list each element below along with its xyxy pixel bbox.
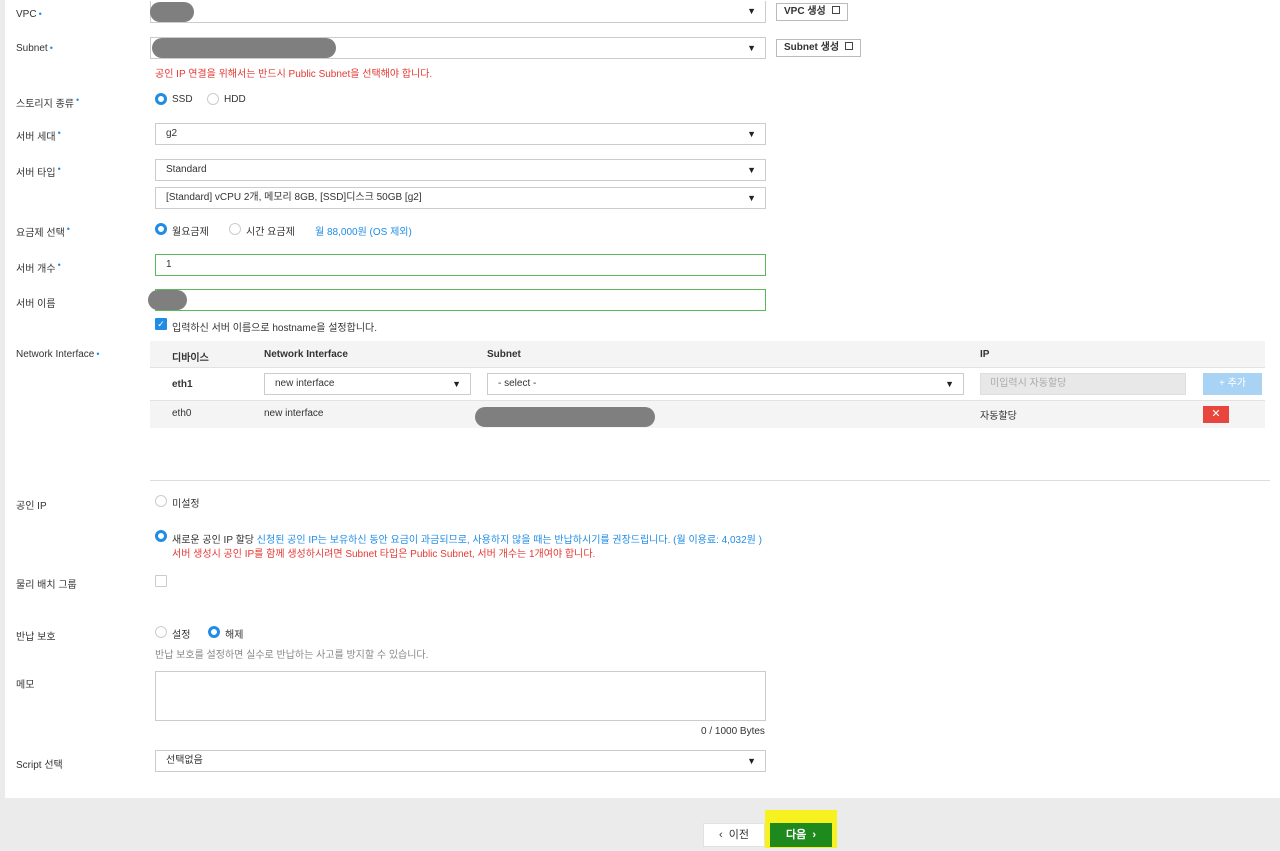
storage-hdd-radio[interactable] <box>207 93 219 105</box>
chevron-down-icon: ▼ <box>747 165 756 175</box>
server-type-select[interactable]: Standard ▼ <box>155 159 766 181</box>
server-count-label: 서버 개수 <box>16 260 61 275</box>
public-ip-none-radio[interactable] <box>155 495 167 507</box>
return-protection-on-label: 설정 <box>172 630 191 641</box>
delete-interface-button[interactable]: ✕ <box>1203 406 1229 423</box>
prev-label: 이전 <box>728 829 750 841</box>
subnet-create-button[interactable]: Subnet 생성 <box>776 39 862 57</box>
subnet-value-redacted <box>152 38 336 58</box>
external-link-icon <box>845 42 854 50</box>
vpc-create-button[interactable]: VPC 생성 <box>776 3 848 21</box>
server-spec-value: [Standard] vCPU 2개, 메모리 8GB, [SSD]디스크 50… <box>166 192 422 203</box>
generation-value: g2 <box>166 128 178 139</box>
script-value: 선택없음 <box>166 755 203 766</box>
new-device: eth1 <box>172 379 193 390</box>
storage-ssd-label: SSD <box>172 94 193 105</box>
add-interface-button[interactable]: + 추가 <box>1203 373 1262 395</box>
storage-ssd-radio[interactable] <box>155 93 167 105</box>
add-interface-label: + 추가 <box>1218 378 1247 389</box>
server-count-value: 1 <box>166 259 172 270</box>
table-header: 디바이스 Network Interface Subnet IP <box>150 341 1265 368</box>
return-protection-help: 반납 보호를 설정하면 실수로 반납하는 사고를 방지할 수 있습니다. <box>155 650 429 661</box>
new-ip-placeholder: 미입력시 자동할당 <box>990 378 1067 389</box>
section-divider <box>150 480 1270 481</box>
next-button[interactable]: 다음 › <box>770 823 832 847</box>
server-name-input[interactable] <box>155 289 766 311</box>
script-select[interactable]: 선택없음 ▼ <box>155 750 766 772</box>
header-ip: IP <box>980 349 990 360</box>
public-ip-warning: 서버 생성시 공인 IP를 함께 생성하시려면 Subnet 타입은 Publi… <box>172 549 596 560</box>
chevron-down-icon: ▼ <box>747 43 756 53</box>
server-name-redacted <box>148 290 187 310</box>
return-protection-on-radio[interactable] <box>155 626 167 638</box>
placement-group-label: 물리 배치 그룹 <box>16 580 77 591</box>
generation-label: 서버 세대 <box>16 128 61 143</box>
server-name-label: 서버 이름 <box>16 299 56 310</box>
row-ip: 자동할당 <box>980 411 1017 422</box>
server-type-value: Standard <box>166 164 207 175</box>
pricing-hourly-label: 시간 요금제 <box>246 227 295 238</box>
chevron-down-icon: ▼ <box>747 6 756 16</box>
subnet-warning: 공인 IP 연결을 위해서는 반드시 Public Subnet을 선택해야 합… <box>155 69 433 80</box>
close-icon: ✕ <box>1211 408 1221 420</box>
vpc-create-label: VPC 생성 <box>784 6 826 17</box>
pricing-note: 월 88,000원 (OS 제외) <box>315 227 412 238</box>
chevron-right-icon: › <box>812 829 817 841</box>
return-protection-off-radio[interactable] <box>208 626 220 638</box>
chevron-down-icon: ▼ <box>945 379 954 389</box>
table-row-new: eth1 new interface ▼ - select - ▼ 미입력시 자… <box>150 368 1265 401</box>
new-subnet-value: - select - <box>498 378 537 389</box>
hostname-checkbox-label: 입력하신 서버 이름으로 hostname을 설정합니다. <box>172 323 378 334</box>
row-device: eth0 <box>172 408 192 419</box>
table-row: eth0 new interface 자동할당 ✕ <box>150 401 1265 428</box>
chevron-down-icon: ▼ <box>747 756 756 766</box>
storage-hdd-label: HDD <box>224 94 246 105</box>
server-type-label: 서버 타입 <box>16 164 61 179</box>
return-protection-off-label: 해제 <box>225 630 244 641</box>
new-ip-input[interactable]: 미입력시 자동할당 <box>980 373 1186 395</box>
server-count-input[interactable]: 1 <box>155 254 766 276</box>
memo-counter: 0 / 1000 Bytes <box>701 726 765 737</box>
pricing-hourly-radio[interactable] <box>229 223 241 235</box>
hostname-checkbox[interactable]: ✓ <box>155 318 167 330</box>
subnet-label: Subnet <box>16 43 53 54</box>
header-network-interface: Network Interface <box>264 349 348 360</box>
pricing-monthly-radio[interactable] <box>155 223 167 235</box>
subnet-create-label: Subnet 생성 <box>784 42 840 53</box>
public-ip-label: 공인 IP <box>16 501 47 512</box>
return-protection-label: 반납 보호 <box>16 632 56 643</box>
pricing-label: 요금제 선택 <box>16 224 70 239</box>
vpc-value-redacted <box>150 2 194 22</box>
script-label: Script 선택 <box>16 760 63 771</box>
chevron-down-icon: ▼ <box>452 379 461 389</box>
row-interface: new interface <box>264 408 324 419</box>
chevron-left-icon: ‹ <box>718 829 723 841</box>
chevron-down-icon: ▼ <box>747 193 756 203</box>
prev-button[interactable]: ‹ 이전 <box>703 823 765 847</box>
public-ip-none-label: 미설정 <box>172 499 200 510</box>
vpc-select[interactable]: ▼ <box>150 1 766 23</box>
new-interface-value: new interface <box>275 378 335 389</box>
vpc-label: VPC <box>16 9 42 20</box>
pricing-monthly-label: 월요금제 <box>172 227 209 238</box>
external-link-icon <box>831 6 840 14</box>
network-interface-label: Network Interface <box>16 349 100 360</box>
storage-label: 스토리지 종류 <box>16 95 79 110</box>
public-ip-new-label: 새로운 공인 IP 할당 신청된 공인 IP는 보유하신 동안 요금이 과금되므… <box>172 531 762 546</box>
row-subnet-redacted <box>475 407 655 427</box>
generation-select[interactable]: g2 ▼ <box>155 123 766 145</box>
public-ip-new-radio[interactable] <box>155 530 167 542</box>
next-label: 다음 <box>785 829 807 841</box>
new-subnet-select[interactable]: - select - ▼ <box>487 373 964 395</box>
header-device: 디바이스 <box>172 353 209 364</box>
server-spec-select[interactable]: [Standard] vCPU 2개, 메모리 8GB, [SSD]디스크 50… <box>155 187 766 209</box>
header-subnet: Subnet <box>487 349 521 360</box>
memo-textarea[interactable] <box>155 671 766 721</box>
placement-group-checkbox[interactable] <box>155 575 167 587</box>
chevron-down-icon: ▼ <box>747 129 756 139</box>
memo-label: 메모 <box>16 680 35 691</box>
new-interface-select[interactable]: new interface ▼ <box>264 373 471 395</box>
